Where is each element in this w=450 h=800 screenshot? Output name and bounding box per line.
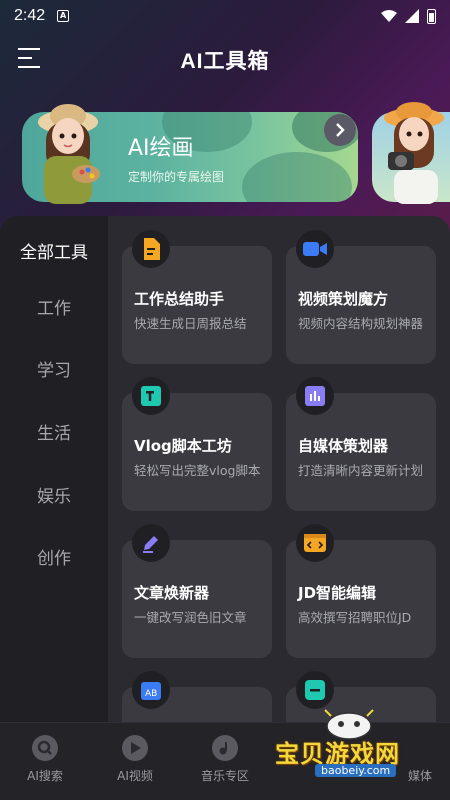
app-bar: AI工具箱: [0, 38, 450, 82]
tab-ai-video[interactable]: AI视频: [90, 735, 180, 784]
chevron-right-icon: [336, 123, 345, 137]
card-title: 视频策划魔方: [298, 290, 389, 308]
category-all[interactable]: 全部工具: [0, 238, 108, 263]
wifi-icon: [381, 10, 397, 22]
status-time: 2:42: [14, 7, 46, 24]
category-creation[interactable]: 创作: [0, 544, 108, 569]
category-sidebar: 全部工具 工作 学习 生活 娱乐 创作: [0, 216, 108, 722]
tab-ai-search[interactable]: AI搜索: [0, 735, 90, 784]
tab-label: AI搜索: [27, 769, 63, 783]
category-entertainment[interactable]: 娱乐: [0, 482, 108, 507]
card-title: 文章焕新器: [134, 584, 210, 602]
music-note-icon: [212, 735, 238, 761]
signal-icon: [405, 9, 419, 23]
category-study[interactable]: 学习: [0, 356, 108, 381]
pen-icon: [132, 524, 170, 562]
tab-label: 音乐专区: [200, 769, 249, 783]
svg-text:AB: AB: [145, 689, 157, 699]
notification-icon: A: [57, 10, 70, 22]
card-desc: 高效撰写招聘职位JD: [298, 610, 412, 625]
banner-subtitle: 定制你的专属绘图: [128, 170, 225, 184]
menu-icon[interactable]: [18, 48, 40, 68]
search-icon: [32, 735, 58, 761]
card-desc: 打造清晰内容更新计划: [298, 463, 424, 478]
banner-title: AI绘画: [128, 136, 194, 161]
code-window-icon: [296, 524, 334, 562]
tools-panel: 全部工具 工作 学习 生活 娱乐 创作 工作总结助手 快速生成日周报总结 视频策…: [0, 216, 450, 722]
watermark-url: baobeiy.com: [315, 764, 397, 777]
script-icon: [132, 377, 170, 415]
status-bar: 2:42 A: [0, 0, 450, 32]
category-work[interactable]: 工作: [0, 294, 108, 319]
tab-label: AI视频: [117, 769, 153, 783]
minus-box-icon: [296, 671, 334, 709]
app-title: AI工具箱: [180, 50, 270, 73]
card-desc: 快速生成日周报总结: [134, 316, 247, 331]
calendar-ab-icon: AB: [132, 671, 170, 709]
card-desc: 一键改写润色旧文章: [134, 610, 247, 625]
girl-painter-illustration: [38, 104, 100, 204]
status-icons: [381, 8, 436, 24]
chart-board-icon: [296, 377, 334, 415]
category-life[interactable]: 生活: [0, 419, 108, 444]
tab-music[interactable]: 音乐专区: [180, 735, 270, 784]
banner-next-button[interactable]: [324, 114, 356, 146]
card-desc: 轻松写出完整vlog脚本: [134, 463, 261, 478]
battery-icon: [427, 8, 436, 24]
play-icon: [122, 735, 148, 761]
card-title: 自媒体策划器: [298, 437, 389, 455]
card-title: 工作总结助手: [134, 290, 225, 308]
banner-decoration: [242, 152, 352, 202]
tool-cards: 工作总结助手 快速生成日周报总结 视频策划魔方 视频内容结构规划神器 Vlog脚…: [108, 216, 450, 722]
card-title: Vlog脚本工坊: [134, 437, 232, 455]
girl-camera-illustration: [384, 102, 444, 204]
video-camera-icon: [296, 230, 334, 268]
document-icon: [132, 230, 170, 268]
watermark-logo: 宝贝游戏网 baobeiy.com: [275, 706, 425, 784]
card-title: JD智能编辑: [298, 584, 377, 602]
card-desc: 视频内容结构规划神器: [298, 316, 424, 331]
